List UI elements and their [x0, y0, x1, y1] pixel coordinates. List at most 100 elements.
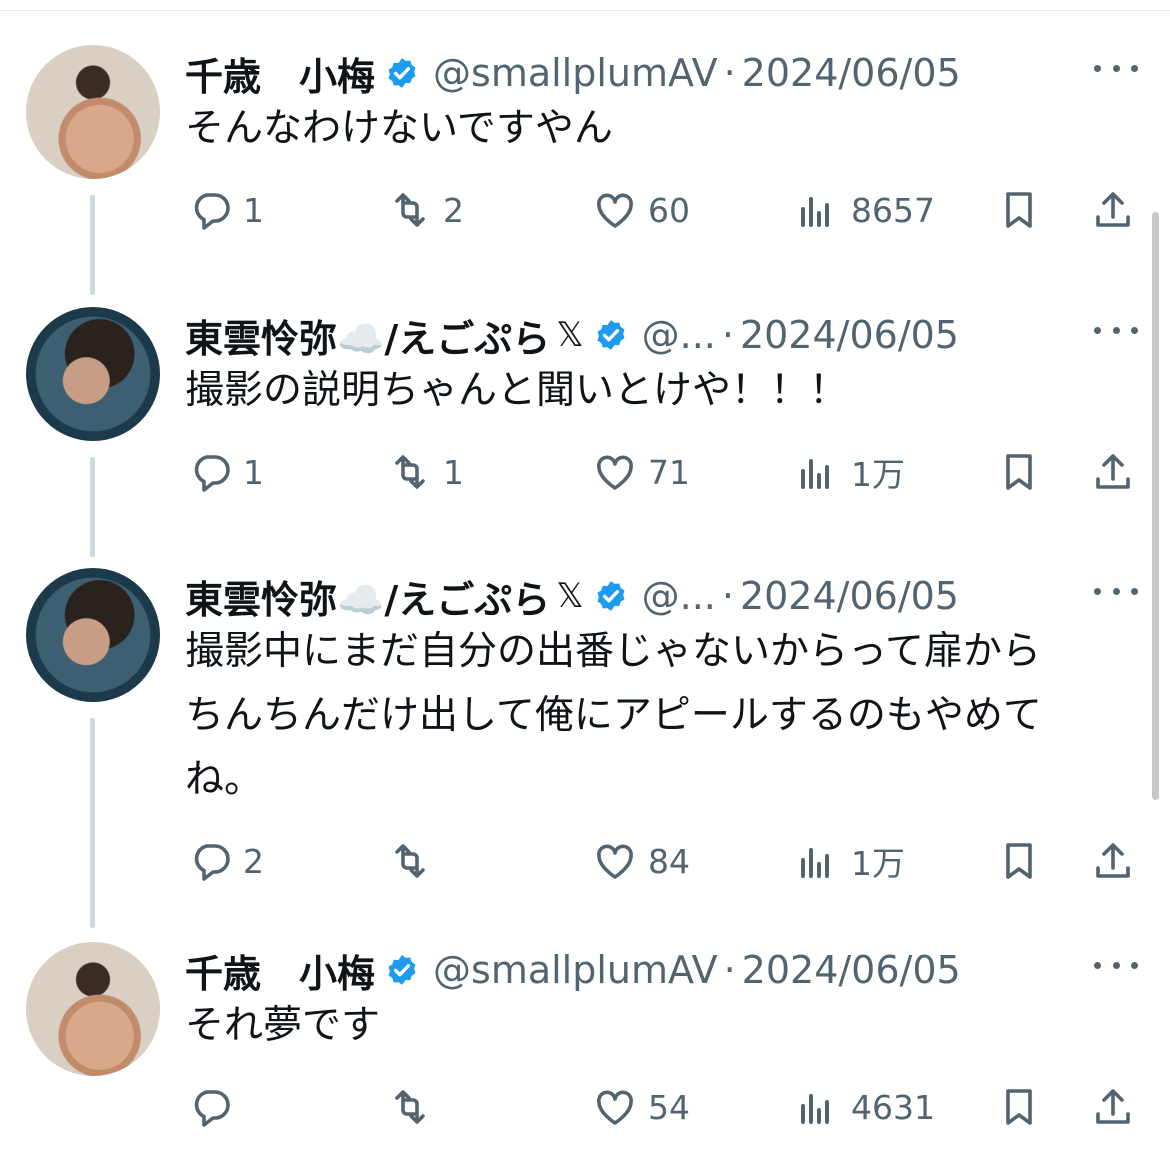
avatar[interactable] — [26, 942, 160, 1076]
tweet-text: それ夢です — [185, 994, 380, 1058]
views-icon — [801, 848, 829, 878]
display-name[interactable]: 千歳 小梅 — [185, 943, 375, 998]
verified-icon — [594, 318, 628, 352]
share-icon — [1096, 843, 1130, 878]
views-count: 1万 — [851, 844, 905, 883]
like-icon — [597, 455, 633, 490]
avatar[interactable] — [26, 45, 160, 179]
like-button[interactable]: 60 — [592, 185, 690, 235]
retweet-count: 1 — [443, 452, 464, 492]
user-handle[interactable]: @smallplumAV — [433, 948, 718, 992]
more-icon[interactable] — [1094, 315, 1138, 345]
share-button[interactable] — [1090, 1082, 1136, 1132]
share-button[interactable] — [1090, 185, 1136, 235]
tweet-text-line: それ夢です — [185, 1003, 381, 1048]
views-icon — [801, 197, 829, 227]
like-count: 71 — [648, 452, 690, 492]
more-icon[interactable] — [1094, 576, 1138, 606]
tweet-date[interactable]: 2024/06/05 — [742, 51, 961, 95]
tweet-text: 撮影中にまだ自分の出番じゃないからって扉から ちんちんだけ出して俺にアピールするの… — [185, 620, 1042, 812]
tweet-text-line: 撮影の説明ちゃんと聞いとけや！！！ — [185, 368, 849, 413]
like-count: 54 — [648, 1087, 690, 1127]
tweet-text: 撮影の説明ちゃんと聞いとけや！！！ — [185, 359, 848, 423]
separator-dot: · — [723, 948, 736, 992]
tweet-header: 千歳 小梅 @smallplumAV · 2024/06/05 — [185, 47, 961, 99]
avatar[interactable] — [26, 568, 160, 702]
views-count: 8657 — [851, 190, 935, 230]
bookmark-icon — [1006, 454, 1032, 490]
retweet-button[interactable] — [387, 1082, 433, 1132]
verified-icon — [385, 953, 419, 987]
reply-icon — [194, 1090, 230, 1127]
bookmark-button[interactable] — [996, 836, 1042, 886]
retweet-icon — [395, 1090, 425, 1124]
tweet-actions: 2 84 1万 — [0, 836, 1170, 886]
reply-button[interactable] — [187, 1082, 233, 1132]
more-icon[interactable] — [1094, 53, 1138, 83]
views-icon — [801, 459, 829, 489]
avatar[interactable] — [26, 307, 160, 441]
views-icon — [801, 1094, 829, 1124]
retweet-icon — [395, 193, 425, 227]
user-handle[interactable]: @... — [642, 574, 716, 618]
display-name[interactable]: 東雲怜弥☁️/えごぷら — [185, 569, 550, 624]
tweet-header: 東雲怜弥☁️/えごぷら 𝕏 @... · 2024/06/05 — [185, 570, 959, 622]
retweet-icon — [395, 844, 425, 878]
user-handle[interactable]: @smallplumAV — [433, 51, 718, 95]
bookmark-button[interactable] — [996, 447, 1042, 497]
retweet-button[interactable] — [387, 836, 433, 886]
tweet-text-line: ね。 — [185, 757, 264, 802]
display-name[interactable]: 東雲怜弥☁️/えごぷら — [185, 308, 550, 363]
tweet-actions: 1 1 71 1万 — [0, 447, 1170, 497]
tweet-actions: 54 4631 — [0, 1082, 1170, 1132]
share-button[interactable] — [1090, 836, 1136, 886]
views-count: 1万 — [851, 455, 905, 494]
share-icon — [1096, 192, 1130, 227]
tweet-text-line: 撮影中にまだ自分の出番じゃないからって扉から — [185, 629, 1042, 674]
retweet-count: 2 — [443, 190, 464, 230]
verified-icon — [594, 579, 628, 613]
user-handle[interactable]: @... — [642, 313, 716, 357]
like-count: 84 — [648, 841, 690, 881]
retweet-icon — [395, 455, 425, 489]
bookmark-button[interactable] — [996, 1082, 1042, 1132]
reply-button[interactable]: 1 — [187, 185, 264, 235]
tweet-header: 東雲怜弥☁️/えごぷら 𝕏 @... · 2024/06/05 — [185, 309, 959, 361]
reply-icon — [194, 193, 230, 230]
tweet-date[interactable]: 2024/06/05 — [742, 948, 961, 992]
like-icon — [597, 844, 633, 879]
views-button[interactable]: 4631 — [795, 1082, 935, 1132]
tweet-actions: 1 2 60 8657 — [0, 185, 1170, 235]
tweet-date[interactable]: 2024/06/05 — [740, 574, 959, 618]
thread-line — [90, 718, 95, 928]
tweet-text: そんなわけないですやん — [185, 97, 613, 161]
retweet-button[interactable]: 2 — [387, 185, 464, 235]
reply-count: 1 — [243, 190, 264, 230]
bookmark-button[interactable] — [996, 185, 1042, 235]
share-icon — [1096, 1089, 1130, 1124]
bookmark-icon — [1006, 843, 1032, 879]
tweet-header: 千歳 小梅 @smallplumAV · 2024/06/05 — [185, 944, 961, 996]
like-count: 60 — [648, 190, 690, 230]
views-button[interactable]: 1万 — [795, 447, 905, 497]
reply-button[interactable]: 1 — [187, 447, 264, 497]
x-logo-icon: 𝕏 — [556, 315, 584, 355]
views-button[interactable]: 1万 — [795, 836, 905, 886]
more-icon[interactable] — [1094, 950, 1138, 980]
top-divider — [0, 10, 1170, 11]
like-button[interactable]: 71 — [592, 447, 690, 497]
share-button[interactable] — [1090, 447, 1136, 497]
views-button[interactable]: 8657 — [795, 185, 935, 235]
verified-icon — [385, 56, 419, 90]
like-icon — [597, 193, 633, 228]
display-name[interactable]: 千歳 小梅 — [185, 46, 375, 101]
tweet-text-line: そんなわけないですやん — [185, 106, 613, 151]
reply-button[interactable]: 2 — [187, 836, 264, 886]
share-icon — [1096, 454, 1130, 489]
views-count: 4631 — [851, 1087, 935, 1127]
scrollbar[interactable] — [1152, 212, 1159, 800]
like-button[interactable]: 54 — [592, 1082, 690, 1132]
like-button[interactable]: 84 — [592, 836, 690, 886]
tweet-date[interactable]: 2024/06/05 — [740, 313, 959, 357]
retweet-button[interactable]: 1 — [387, 447, 464, 497]
